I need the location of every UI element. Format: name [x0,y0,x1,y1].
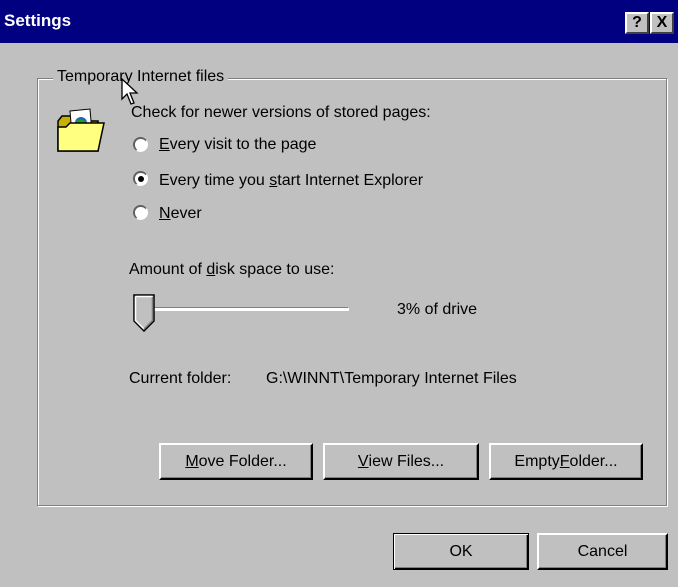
move-folder-button[interactable]: Move Folder... [159,443,313,480]
disk-label-a: Amount of [129,261,207,278]
cancel-button[interactable]: Cancel [537,533,668,570]
view-accel: V [357,452,369,470]
radio-never[interactable] [133,205,148,220]
empty-folder-text-b: older... [569,452,618,470]
window-title: Settings [4,11,72,30]
radio-never-label[interactable]: Never [159,205,202,223]
current-folder-label: Current folder: [129,370,232,387]
disk-label-accel: d [206,261,216,278]
close-button[interactable]: X [650,12,674,34]
radio-every-start-text-a: Every time you [159,172,270,189]
check-prompt: Check for newer versions of stored pages… [131,104,431,121]
move-accel: M [185,452,199,470]
group-legend: Temporary Internet files [53,68,229,86]
open-folder-icon [57,108,105,152]
radio-every-start-label[interactable]: Every time you start Internet Explorer [159,172,423,190]
disk-space-label: Amount of disk space to use: [129,261,334,279]
help-button[interactable]: ? [625,12,649,34]
radio-never-text: ever [170,205,202,222]
move-folder-text: ove Folder... [198,452,287,470]
view-files-text: iew Files... [368,452,445,470]
view-files-button[interactable]: View Files... [323,443,479,480]
disk-space-slider-track[interactable] [134,307,349,311]
temporary-internet-files-group [37,78,667,506]
disk-label-b: isk space to use: [215,261,335,278]
empty-accel: F [559,452,570,470]
radio-every-visit-label[interactable]: Every visit to the page [159,136,316,154]
radio-every-start-text-b: tart Internet Explorer [277,172,424,189]
current-folder-path: G:\WINNT\Temporary Internet Files [266,370,517,387]
settings-dialog: Settings ? X Temporary Internet files Ch… [0,0,678,587]
radio-every-visit[interactable] [133,137,148,152]
ok-button[interactable]: OK [393,533,529,570]
radio-every-start[interactable] [133,171,148,186]
radio-dot [138,176,144,182]
mouse-pointer-icon [121,78,139,105]
disk-space-value: 3% of drive [397,301,478,318]
title-bar[interactable]: Settings ? X [0,0,678,43]
radio-every-visit-text: very visit to the page [169,136,317,153]
empty-folder-button[interactable]: Empty Folder... [489,443,643,480]
disk-space-slider-thumb[interactable] [133,294,155,332]
empty-folder-text-a: Empty [514,452,560,470]
